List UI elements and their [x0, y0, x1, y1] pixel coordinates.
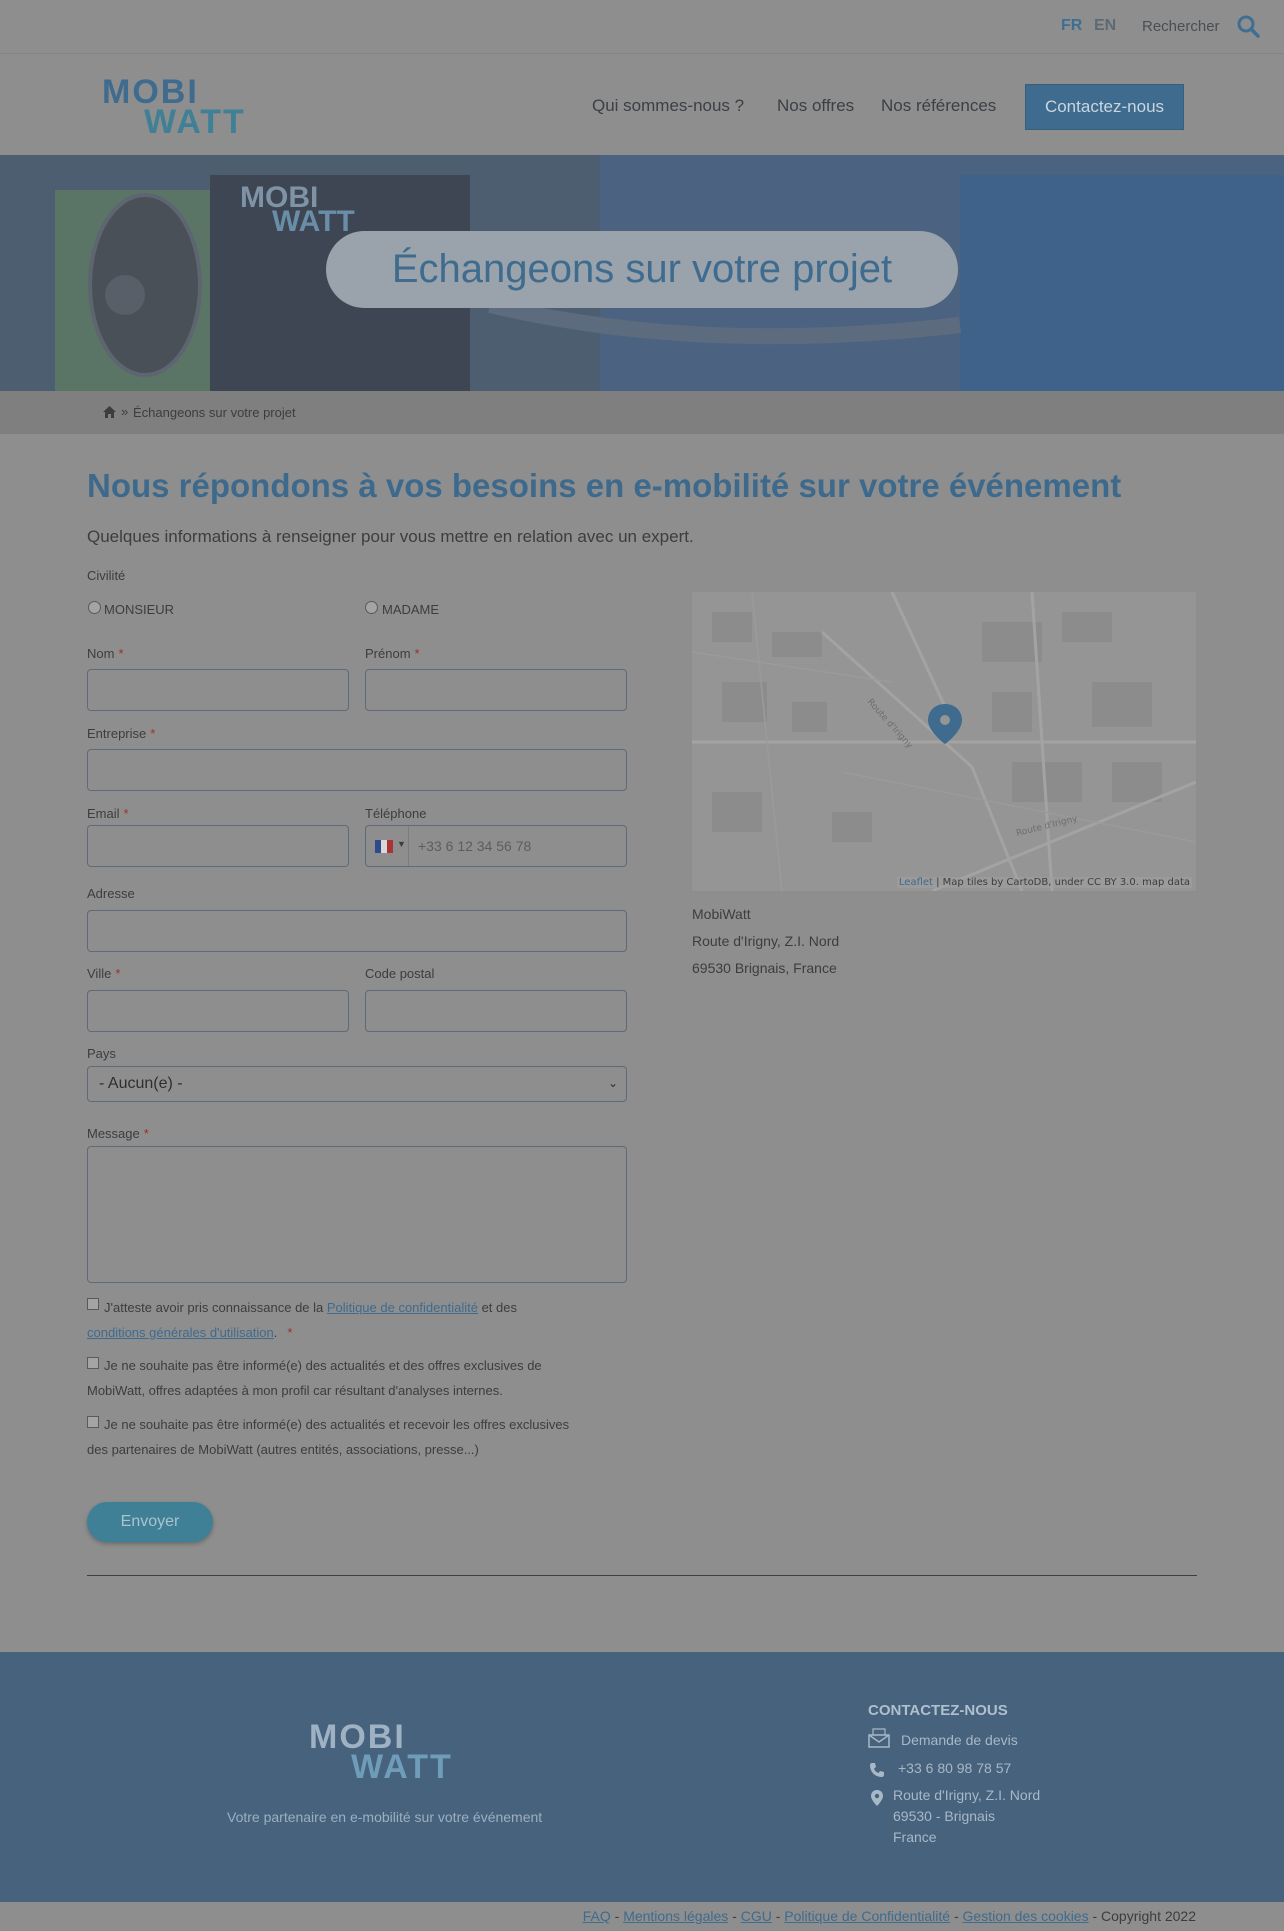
footer-contact-title: CONTACTEZ-NOUS: [868, 1702, 1008, 1719]
telephone-input[interactable]: ▼ +33 6 12 34 56 78: [365, 825, 627, 867]
mobiwatt-logo[interactable]: MOBI WATT: [100, 75, 300, 137]
optout-mobiwatt-text: Je ne souhaite pas être informé(e) des a…: [87, 1358, 542, 1398]
location-map[interactable]: Route d'Irigny Route d'Irigny Leaflet | …: [692, 592, 1196, 891]
radio-madame[interactable]: [365, 601, 378, 614]
france-flag-icon[interactable]: [375, 840, 393, 853]
footer-phone[interactable]: +33 6 80 98 78 57: [898, 1760, 1011, 1776]
footer-address-line1: Route d'Irigny, Z.I. Nord: [893, 1787, 1041, 1803]
nom-label: Nom *: [87, 646, 124, 661]
content-divider: [87, 1575, 1197, 1576]
svg-text:WATT: WATT: [272, 205, 355, 238]
nav-qui-sommes-nous[interactable]: Qui sommes-nous ?: [592, 96, 744, 116]
nom-input[interactable]: [87, 669, 349, 711]
telephone-label: Téléphone: [365, 806, 427, 821]
radio-madame-label: MADAME: [382, 602, 440, 617]
legal-bar: FAQ - Mentions légales - CGU - Politique…: [0, 1902, 1284, 1931]
ville-label: Ville *: [87, 966, 121, 981]
prenom-label: Prénom *: [365, 646, 420, 661]
svg-text:WATT: WATT: [144, 103, 246, 137]
site-footer: MOBI WATT Votre partenaire en e-mobilité…: [0, 1652, 1284, 1902]
map-attribution: Leaflet | Map tiles by CartoDB, under CC…: [896, 877, 1192, 888]
contact-button[interactable]: Contactez-nous: [1025, 84, 1184, 130]
email-input[interactable]: [87, 825, 349, 867]
legal-links: FAQ - Mentions légales - CGU - Politique…: [582, 1908, 1196, 1924]
telephone-placeholder: +33 6 12 34 56 78: [418, 838, 532, 854]
nav-nos-references[interactable]: Nos références: [881, 96, 996, 116]
cgu-link[interactable]: CGU: [741, 1908, 772, 1924]
address-name: MobiWatt: [692, 906, 751, 922]
lang-en-link[interactable]: EN: [1094, 17, 1116, 35]
phone-divider: [408, 826, 409, 866]
top-bar: FR EN Rechercher: [0, 0, 1284, 54]
search-label[interactable]: Rechercher: [1142, 18, 1220, 35]
svg-text:WATT: WATT: [351, 1748, 453, 1782]
message-label: Message *: [87, 1126, 149, 1141]
entreprise-input[interactable]: [87, 749, 627, 791]
submit-button[interactable]: Envoyer: [87, 1502, 213, 1542]
optout-partners-text: Je ne souhaite pas être informé(e) des a…: [87, 1417, 570, 1457]
code-postal-input[interactable]: [365, 990, 627, 1032]
page-intro: Quelques informations à renseigner pour …: [87, 527, 694, 546]
location-pin-icon: [871, 1790, 883, 1806]
radio-monsieur[interactable]: [88, 601, 101, 614]
adresse-label: Adresse: [87, 886, 135, 901]
address-line2: 69530 Brignais, France: [692, 960, 837, 976]
faq-link[interactable]: FAQ: [583, 1908, 611, 1924]
pays-select[interactable]: - Aucun(e) - ⌄: [87, 1066, 627, 1102]
address-line1: Route d'Irigny, Z.I. Nord: [692, 933, 840, 949]
mentions-legales-link[interactable]: Mentions légales: [623, 1908, 728, 1924]
leaflet-link[interactable]: Leaflet: [899, 877, 933, 888]
breadcrumb-current: Échangeons sur votre projet: [133, 405, 296, 420]
breadcrumb-separator: »: [121, 404, 129, 419]
cookies-link[interactable]: Gestion des cookies: [963, 1908, 1089, 1924]
envelope-icon: [868, 1728, 890, 1748]
code-postal-label: Code postal: [365, 966, 435, 981]
privacy-policy-footer-link[interactable]: Politique de Confidentialité: [784, 1908, 950, 1924]
footer-logo: MOBI WATT: [309, 1720, 453, 1782]
pays-selected-value: - Aucun(e) -: [99, 1075, 183, 1092]
consent-privacy-text: J'atteste avoir pris connaissance de la …: [87, 1300, 517, 1340]
chevron-down-icon[interactable]: ▼: [397, 839, 406, 849]
entreprise-label: Entreprise *: [87, 726, 156, 741]
footer-address-line3: France: [893, 1829, 937, 1845]
breadcrumb: » Échangeons sur votre projet: [0, 391, 1284, 434]
radio-monsieur-label: MONSIEUR: [104, 602, 175, 617]
terms-link[interactable]: conditions générales d'utilisation: [87, 1325, 274, 1340]
map-tiles[interactable]: Route d'Irigny Route d'Irigny: [692, 592, 1196, 891]
footer-quote-link[interactable]: Demande de devis: [901, 1732, 1018, 1748]
page-heading: Nous répondons à vos besoins en e-mobili…: [87, 467, 1122, 504]
ville-input[interactable]: [87, 990, 349, 1032]
home-icon[interactable]: [102, 405, 117, 419]
footer-address-line2: 69530 - Brignais: [893, 1808, 995, 1824]
civilite-label: Civilité: [87, 568, 126, 583]
footer-tagline: Votre partenaire en e-mobilité sur votre…: [227, 1809, 543, 1825]
prenom-input[interactable]: [365, 669, 627, 711]
hero-title: Échangeons sur votre projet: [326, 231, 958, 308]
pays-label: Pays: [87, 1046, 116, 1061]
lang-fr-link[interactable]: FR: [1061, 17, 1082, 35]
hero-banner: MOBI WATT Échangeons sur votre projet: [0, 155, 1284, 391]
search-icon[interactable]: [1236, 14, 1260, 38]
adresse-input[interactable]: [87, 910, 627, 952]
message-textarea[interactable]: [87, 1146, 627, 1283]
chevron-down-icon: ⌄: [607, 1076, 618, 1090]
phone-icon: [870, 1763, 884, 1777]
site-header: MOBI WATT Qui sommes-nous ? Nos offres N…: [0, 55, 1284, 155]
privacy-policy-link[interactable]: Politique de confidentialité: [327, 1300, 478, 1315]
nav-nos-offres[interactable]: Nos offres: [777, 96, 854, 116]
email-label: Email *: [87, 806, 129, 821]
copyright: - Copyright 2022: [1088, 1908, 1196, 1924]
